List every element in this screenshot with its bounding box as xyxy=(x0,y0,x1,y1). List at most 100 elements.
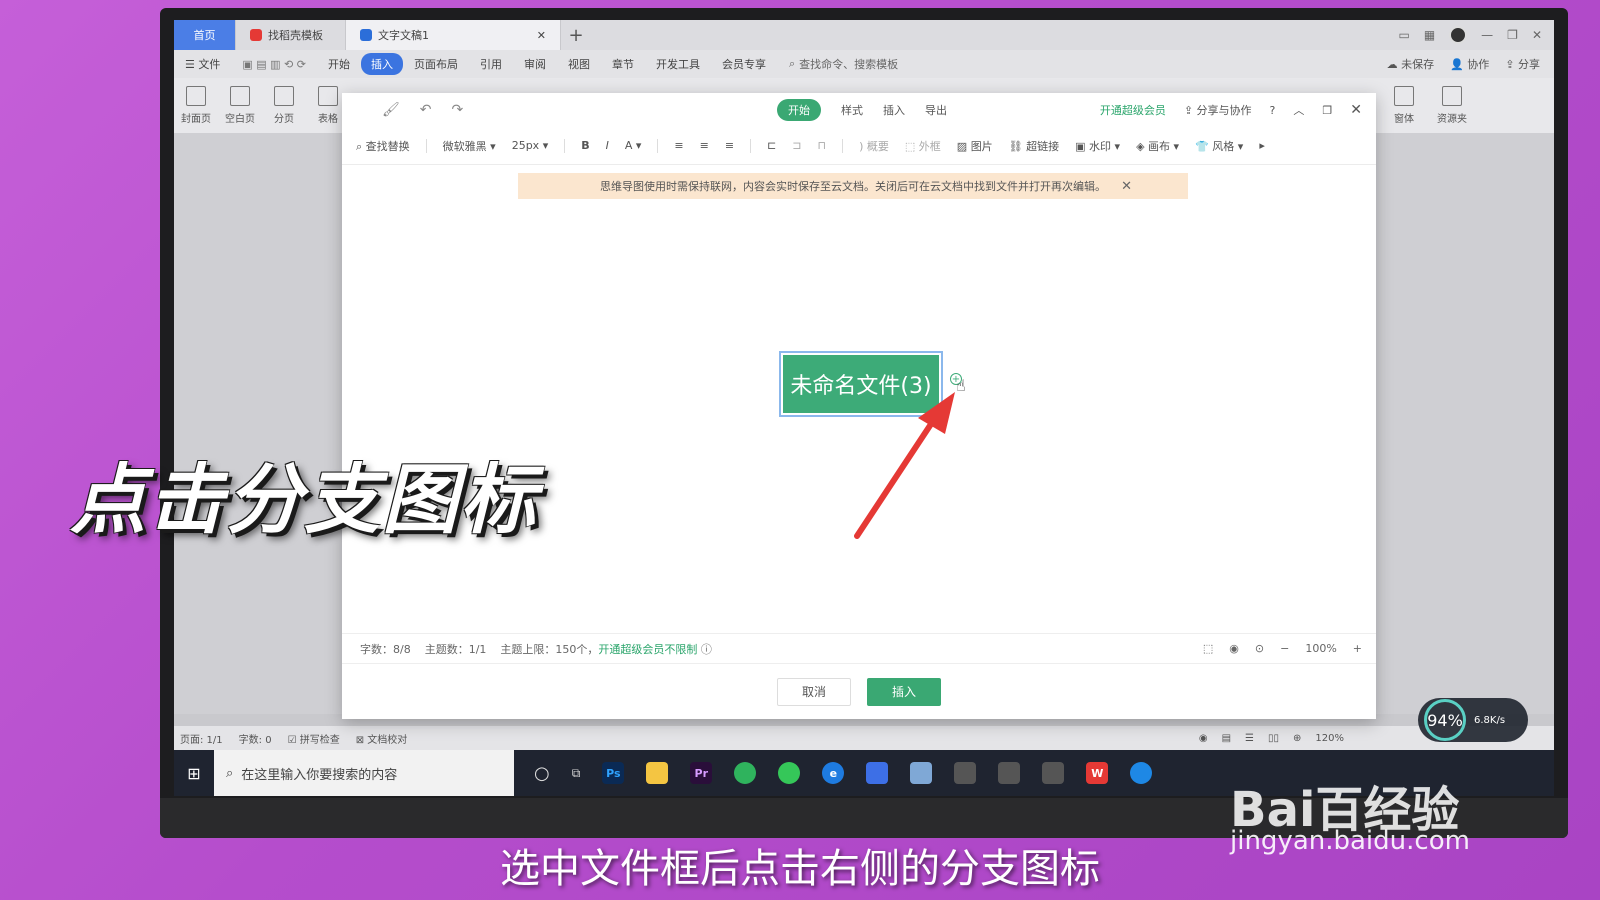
menu-devtools[interactable]: 开发工具 xyxy=(645,56,711,72)
parent-topic-icon[interactable]: ⊓ xyxy=(818,139,827,152)
menu-reference[interactable]: 引用 xyxy=(469,56,513,72)
window-button[interactable]: 窗体 xyxy=(1382,86,1426,125)
photoshop-icon[interactable]: Ps xyxy=(602,762,625,784)
bold-icon[interactable]: B xyxy=(581,139,589,152)
page-break-button[interactable]: 分页 xyxy=(262,86,306,125)
font-color-icon[interactable]: A ▾ xyxy=(625,139,642,152)
hyperlink-button[interactable]: ⛓ 超链接 xyxy=(1009,138,1059,154)
app5-icon[interactable] xyxy=(1042,762,1065,784)
cancel-button[interactable]: 取消 xyxy=(777,677,851,706)
layout-icon[interactable]: ▭ xyxy=(1398,28,1409,42)
docs-icon[interactable] xyxy=(866,762,889,784)
close-dialog-icon[interactable]: ✕ xyxy=(1350,102,1362,118)
vip-link[interactable]: 开通超级会员 xyxy=(1100,102,1166,118)
root-topic-node[interactable]: 未命名文件(3) xyxy=(779,351,943,417)
child-topic-icon[interactable]: ⊏ xyxy=(767,139,776,152)
more-tools-icon[interactable]: ▸ xyxy=(1259,139,1265,152)
share-collab-button[interactable]: ⇪ 分享与协作 xyxy=(1184,102,1252,118)
font-select[interactable]: 微软雅黑 ▾ xyxy=(443,138,496,154)
close-notice-icon[interactable]: ✕ xyxy=(1121,179,1132,194)
zoom-out-icon[interactable]: − xyxy=(1280,642,1289,655)
italic-icon[interactable]: I xyxy=(606,139,609,152)
menu-review[interactable]: 审阅 xyxy=(513,56,557,72)
style-button[interactable]: 👕 风格 ▾ xyxy=(1195,138,1243,154)
menu-chapter[interactable]: 章节 xyxy=(601,56,645,72)
doc-proof[interactable]: ⊠ 文档校对 xyxy=(356,731,408,746)
collapse-icon[interactable]: ︿ xyxy=(1293,102,1304,118)
redo-icon[interactable]: ↷ xyxy=(452,102,464,118)
share-button[interactable]: ⇪ 分享 xyxy=(1505,56,1540,72)
collab-button[interactable]: 👤 协作 xyxy=(1450,56,1489,72)
format-painter-icon[interactable]: 🖌 xyxy=(382,102,400,118)
tab-template[interactable]: 找稻壳模板 xyxy=(236,20,346,50)
task-view-icon[interactable]: ⧉ xyxy=(572,766,581,781)
sibling-topic-icon[interactable]: ⊐ xyxy=(792,139,801,152)
avatar[interactable] xyxy=(1449,26,1468,44)
outline-frame-button[interactable]: ⬚ 外框 xyxy=(905,138,941,154)
outline-view-icon[interactable]: ☰ xyxy=(1245,733,1254,744)
dialog-tab-start[interactable]: 开始 xyxy=(777,99,821,121)
spell-check[interactable]: ☑ 拼写检查 xyxy=(288,731,340,746)
menu-start[interactable]: 开始 xyxy=(317,56,361,72)
locate-icon[interactable]: ⊙ xyxy=(1255,642,1264,655)
preview-eye-icon[interactable]: ◉ xyxy=(1229,642,1239,655)
windows-start-icon[interactable]: ⊞ xyxy=(174,764,214,783)
tab-home[interactable]: 首页 xyxy=(174,20,236,50)
network-speed-widget: 94% 6.8K/s xyxy=(1418,698,1528,742)
cover-page-button[interactable]: 封面页 xyxy=(174,86,218,125)
read-view-icon[interactable]: ▯▯ xyxy=(1268,733,1279,744)
tab-document[interactable]: 文字文稿1 ✕ xyxy=(346,20,561,50)
image-button[interactable]: ▨ 图片 xyxy=(957,138,993,154)
new-tab-button[interactable]: + xyxy=(561,20,591,50)
restore-icon[interactable]: ❐ xyxy=(1322,104,1332,117)
help-icon[interactable]: ? xyxy=(1270,104,1276,117)
dialog-tools: 🖌 ↶ ↷ xyxy=(342,102,463,118)
app4-icon[interactable] xyxy=(998,762,1021,784)
align-center-icon[interactable]: ≡ xyxy=(700,139,709,152)
blank-page-button[interactable]: 空白页 xyxy=(218,86,262,125)
canvas-button[interactable]: ◈ 画布 ▾ xyxy=(1136,138,1179,154)
menu-vip[interactable]: 会员专享 xyxy=(711,56,777,72)
grid-icon[interactable]: ▦ xyxy=(1424,28,1435,42)
file-menu[interactable]: ☰ 文件 xyxy=(174,56,231,72)
unlimited-link[interactable]: 开通超级会员不限制 xyxy=(598,643,697,656)
help-circle-icon[interactable]: ⓘ xyxy=(701,643,712,656)
close-window-icon[interactable]: ✕ xyxy=(1532,28,1542,42)
fit-icon[interactable]: ⬚ xyxy=(1203,642,1213,655)
cortana-icon[interactable]: ○ xyxy=(534,763,550,784)
page-view-icon[interactable]: ▤ xyxy=(1222,733,1231,744)
dialog-tab-export[interactable]: 导出 xyxy=(925,102,947,118)
dialog-tab-insert[interactable]: 插入 xyxy=(883,102,905,118)
app3-icon[interactable] xyxy=(954,762,977,784)
menu-layout[interactable]: 页面布局 xyxy=(403,56,469,72)
wps-icon[interactable]: W xyxy=(1086,762,1109,784)
browser-icon[interactable] xyxy=(1130,762,1153,784)
align-left-icon[interactable]: ≡ xyxy=(674,139,683,152)
size-select[interactable]: 25px ▾ xyxy=(512,139,549,152)
align-right-icon[interactable]: ≡ xyxy=(725,139,734,152)
resource-button[interactable]: 资源夹 xyxy=(1430,86,1474,125)
summary-button[interactable]: ) 概要 xyxy=(859,138,889,154)
premiere-icon[interactable]: Pr xyxy=(690,762,713,784)
menu-insert[interactable]: 插入 xyxy=(360,53,403,75)
find-replace-button[interactable]: ⌕ 查找替换 xyxy=(356,138,410,154)
edge-icon[interactable]: e xyxy=(822,762,845,784)
insert-button[interactable]: 插入 xyxy=(867,677,941,706)
folder-icon[interactable] xyxy=(646,762,669,784)
minimize-icon[interactable]: — xyxy=(1481,28,1493,42)
menu-view[interactable]: 视图 xyxy=(557,56,601,72)
app-icon[interactable] xyxy=(734,762,757,784)
web-view-icon[interactable]: ⊕ xyxy=(1293,733,1301,744)
zoom-in-icon[interactable]: + xyxy=(1353,642,1362,655)
dialog-tab-style[interactable]: 样式 xyxy=(841,102,863,118)
app2-icon[interactable] xyxy=(910,762,933,784)
undo-icon[interactable]: ↶ xyxy=(420,102,432,118)
close-tab-icon[interactable]: ✕ xyxy=(537,29,546,42)
restore-icon[interactable]: ❐ xyxy=(1507,28,1518,42)
unsaved-button[interactable]: ☁ 未保存 xyxy=(1387,56,1435,72)
taskbar-search[interactable]: ⌕ 在这里输入你要搜索的内容 xyxy=(214,750,514,796)
command-search[interactable]: ⌕ 查找命令、搜索模板 xyxy=(777,56,898,72)
watermark-button[interactable]: ▣ 水印 ▾ xyxy=(1075,138,1120,154)
eye-icon[interactable]: ◉ xyxy=(1199,733,1208,744)
wechat-icon[interactable] xyxy=(778,762,801,784)
